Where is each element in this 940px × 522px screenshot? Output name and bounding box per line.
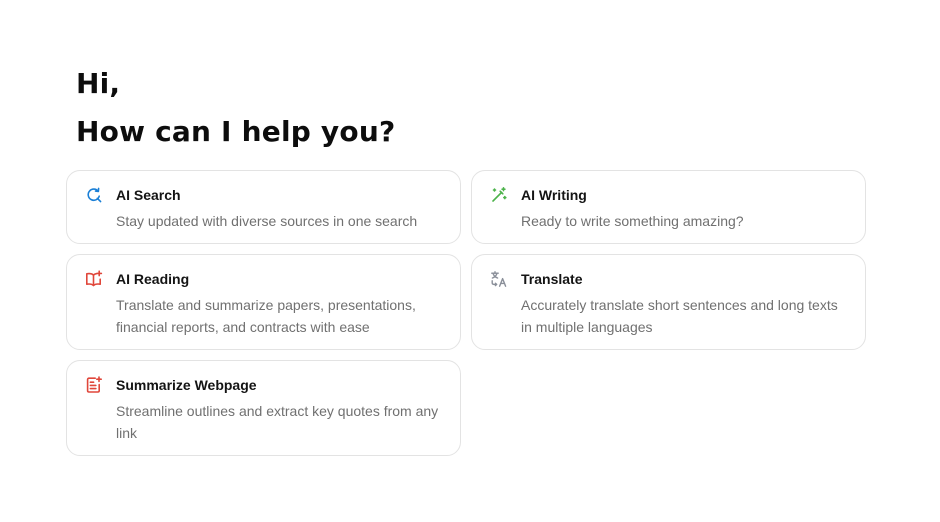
ai-reading-description: Translate and summarize papers, presenta… [116, 297, 416, 335]
ai-search-description: Stay updated with diverse sources in one… [116, 213, 418, 229]
translate-icon [490, 270, 508, 288]
ai-writing-card[interactable]: AI Writing Ready to write something amaz… [471, 170, 866, 244]
greeting-text: Hi, [76, 67, 121, 100]
summarize-webpage-card[interactable]: Summarize Webpage Streamline outlines an… [66, 360, 461, 456]
ai-search-title: AI Search [116, 187, 181, 203]
ai-writing-description: Ready to write something amazing? [521, 213, 744, 229]
summarize-webpage-description: Streamline outlines and extract key quot… [116, 403, 439, 441]
magic-pen-icon [490, 186, 508, 204]
ai-search-card[interactable]: AI Search Stay updated with diverse sour… [66, 170, 461, 244]
ai-reading-card[interactable]: AI Reading Translate and summarize paper… [66, 254, 461, 350]
translate-card[interactable]: Translate Accurately translate short sen… [471, 254, 866, 350]
ai-writing-title: AI Writing [521, 187, 587, 203]
book-sparkle-icon [85, 270, 103, 288]
translate-title: Translate [521, 271, 583, 287]
headline-text: How can I help you? [76, 115, 396, 148]
search-refresh-icon [85, 186, 103, 204]
translate-description: Accurately translate short sentences and… [521, 297, 838, 335]
document-sparkle-icon [85, 376, 103, 394]
ai-reading-title: AI Reading [116, 271, 190, 287]
summarize-webpage-title: Summarize Webpage [116, 377, 257, 393]
